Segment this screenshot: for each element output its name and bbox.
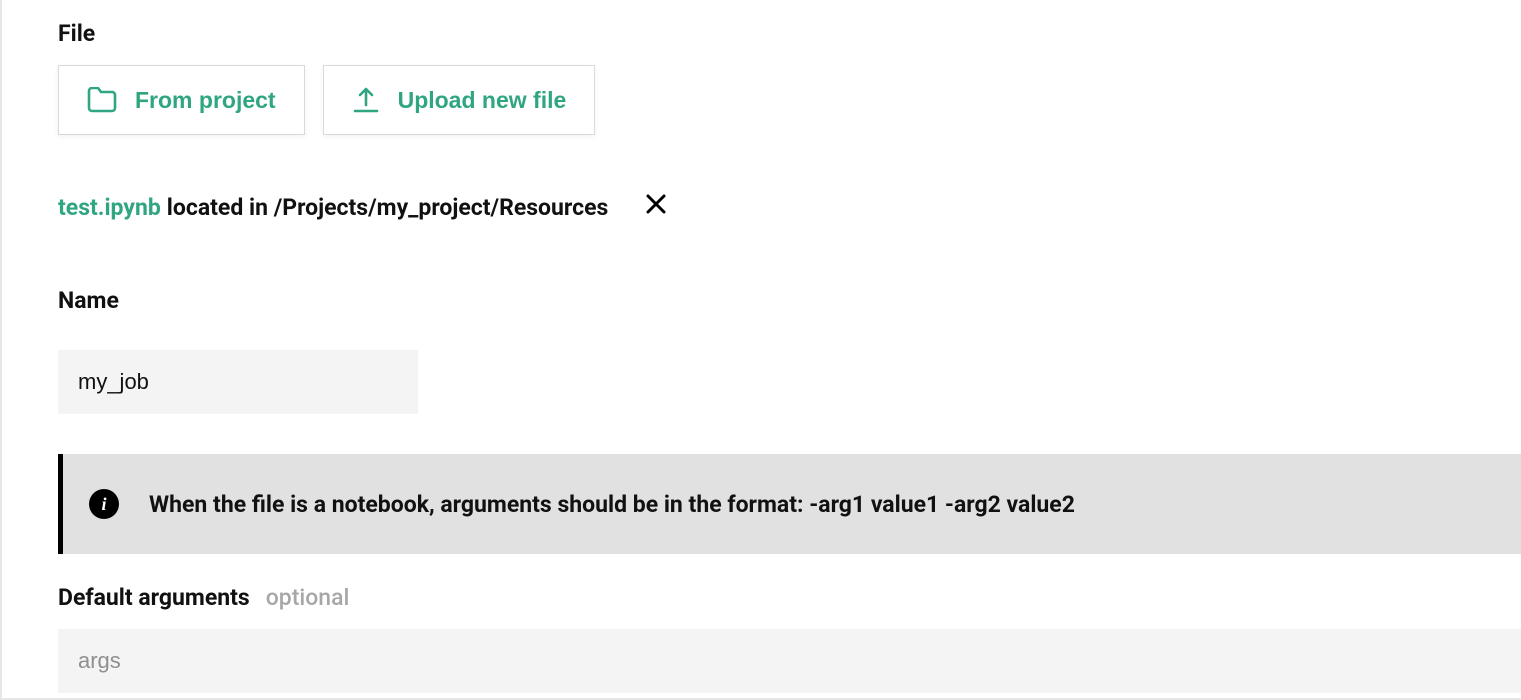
upload-icon [352, 87, 380, 113]
optional-tag: optional [266, 584, 350, 611]
info-icon: i [89, 489, 119, 519]
default-args-input[interactable] [58, 629, 1521, 693]
close-icon [645, 193, 667, 221]
from-project-button[interactable]: From project [58, 65, 305, 135]
file-section-label: File [58, 20, 1521, 47]
default-args-label-row: Default arguments optional [58, 584, 1521, 611]
selected-file-line: test.ipynb located in /Projects/my_proje… [58, 185, 1521, 229]
default-args-label: Default arguments [58, 584, 250, 611]
file-source-buttons: From project Upload new file [58, 65, 1521, 135]
selected-file-location: located in /Projects/my_project/Resource… [167, 194, 609, 221]
from-project-label: From project [135, 87, 276, 114]
name-input[interactable] [58, 350, 418, 414]
name-section-label: Name [58, 287, 1521, 314]
selected-file-link[interactable]: test.ipynb [58, 194, 161, 221]
clear-file-button[interactable] [634, 185, 678, 229]
form-panel: File From project Upload new file test.i… [0, 0, 1521, 700]
notebook-args-info-banner: i When the file is a notebook, arguments… [58, 454, 1521, 554]
upload-file-button[interactable]: Upload new file [323, 65, 596, 135]
upload-file-label: Upload new file [398, 87, 567, 114]
info-banner-text: When the file is a notebook, arguments s… [149, 491, 1075, 518]
folder-icon [87, 87, 117, 113]
